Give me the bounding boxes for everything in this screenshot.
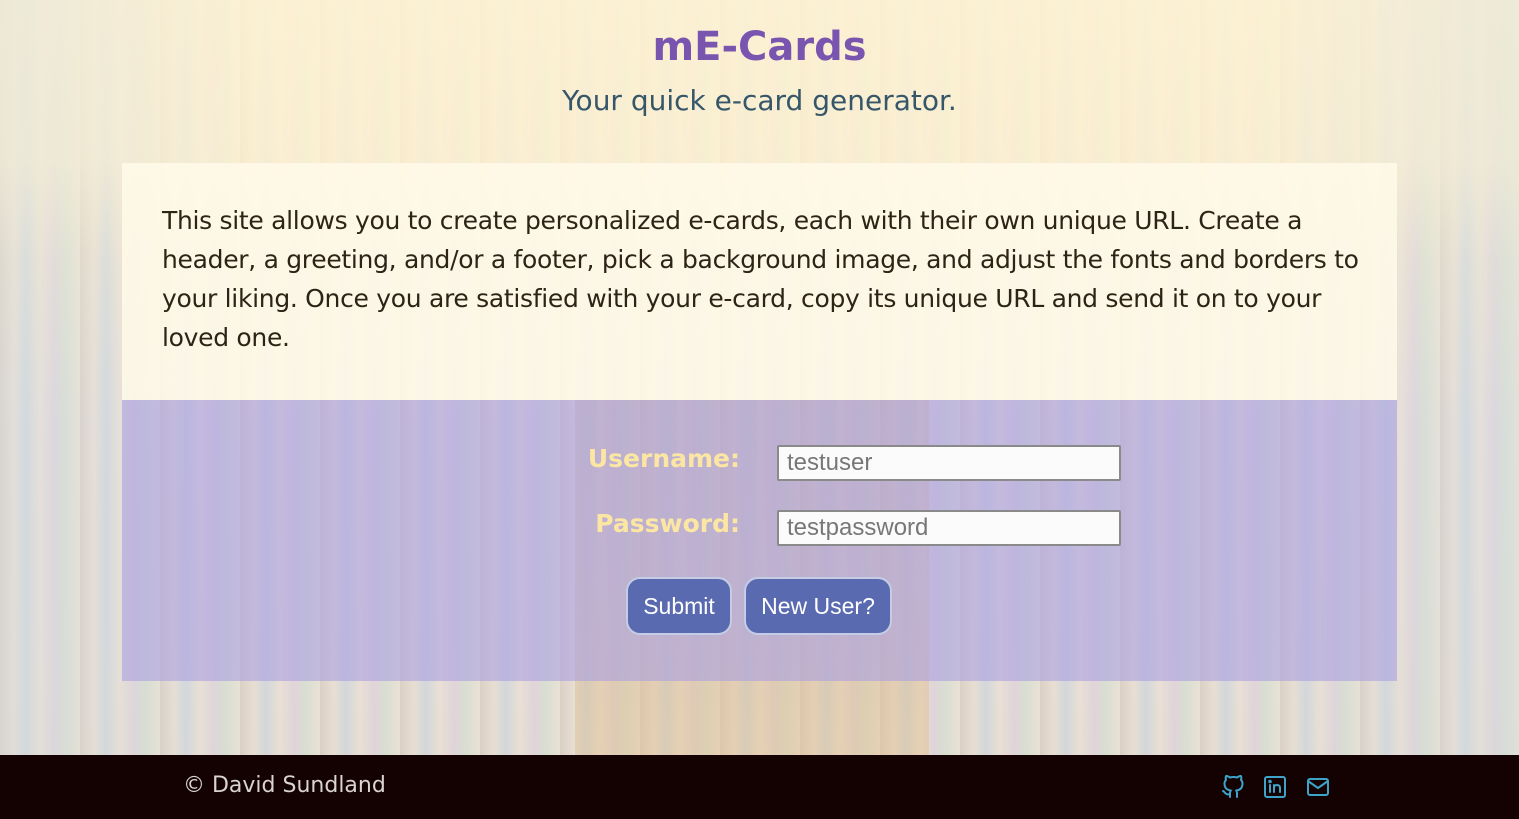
new-user-button[interactable]: New User? bbox=[744, 577, 892, 635]
username-label: Username: bbox=[587, 444, 740, 473]
site-footer: © David Sundland bbox=[0, 755, 1519, 819]
copyright-text: © David Sundland bbox=[183, 773, 386, 798]
intro-section: This site allows you to create personali… bbox=[122, 163, 1397, 400]
login-form: Username: testuser Password: testpasswor… bbox=[122, 400, 1397, 681]
password-input[interactable]: testpassword bbox=[777, 510, 1121, 546]
submit-button[interactable]: Submit bbox=[626, 577, 732, 635]
username-input[interactable]: testuser bbox=[777, 445, 1121, 481]
password-label: Password: bbox=[595, 509, 740, 538]
site-header: mE-Cards Your quick e-card generator. bbox=[0, 0, 1519, 160]
site-title: mE-Cards bbox=[652, 24, 867, 70]
github-icon[interactable] bbox=[1221, 775, 1245, 799]
page: mE-Cards Your quick e-card generator. Th… bbox=[0, 0, 1519, 819]
intro-text: This site allows you to create personali… bbox=[162, 206, 1359, 352]
linkedin-icon[interactable] bbox=[1263, 775, 1287, 799]
site-subtitle: Your quick e-card generator. bbox=[562, 84, 957, 117]
envelope-icon[interactable] bbox=[1306, 775, 1330, 799]
